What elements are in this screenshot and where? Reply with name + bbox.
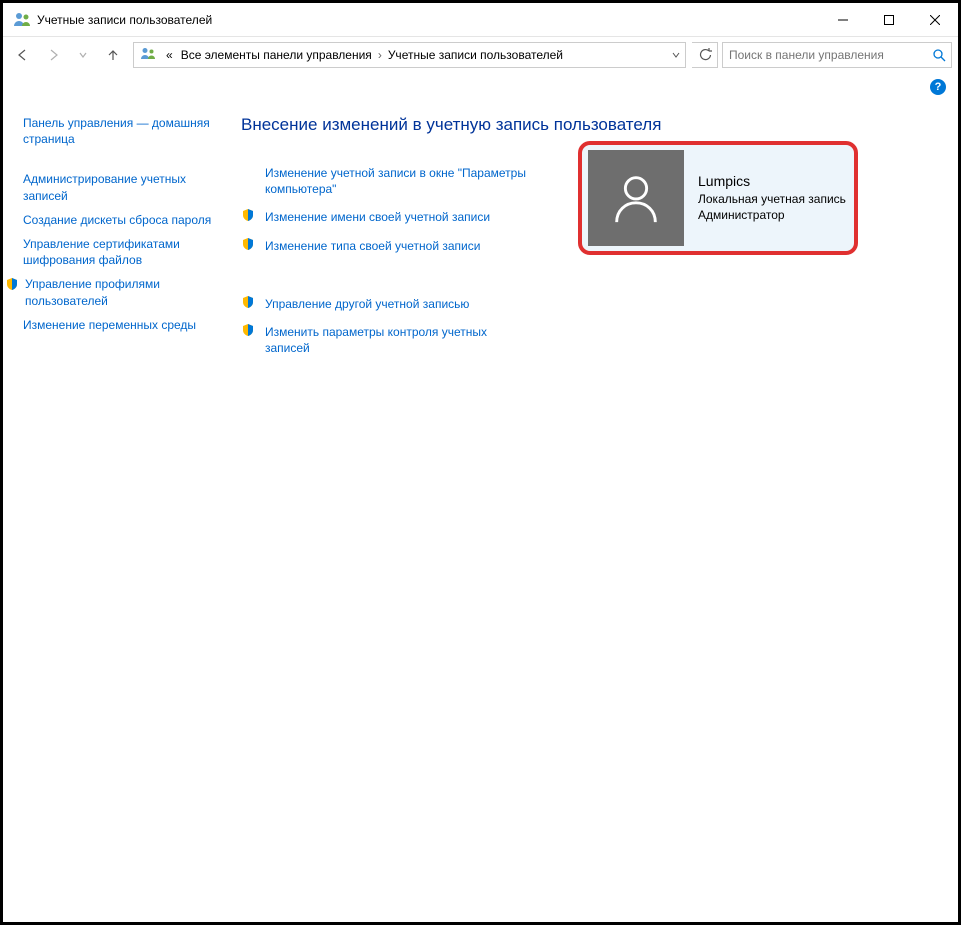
sidebar-item-certificates[interactable]: Управление сертификатами шифрования файл… — [23, 232, 217, 272]
action-link-label: Изменение учетной записи в окне "Парамет… — [265, 166, 526, 196]
recent-dropdown[interactable] — [69, 41, 97, 69]
up-button[interactable] — [99, 41, 127, 69]
help-icon[interactable]: ? — [930, 79, 946, 95]
user-role: Администратор — [698, 207, 846, 223]
sidebar-item-label: Панель управления — домашняя страница — [23, 115, 217, 147]
minimize-button[interactable] — [820, 3, 866, 36]
app-icon — [13, 11, 31, 29]
breadcrumb-seg-1[interactable]: Все элементы панели управления — [177, 48, 376, 62]
page-heading: Внесение изменений в учетную запись поль… — [241, 115, 940, 135]
back-button[interactable] — [9, 41, 37, 69]
action-manage-other[interactable]: Управление другой учетной записью — [241, 290, 531, 318]
action-column: Изменение учетной записи в окне "Парамет… — [241, 159, 531, 362]
action-change-name[interactable]: Изменение имени своей учетной записи — [241, 203, 531, 231]
refresh-button[interactable] — [692, 42, 718, 68]
action-link-label: Управление другой учетной записью — [265, 297, 469, 311]
action-link-label: Изменить параметры контроля учетных запи… — [265, 325, 487, 355]
sidebar-item-user-profiles[interactable]: Управление профилями пользователей — [23, 272, 217, 312]
window-controls — [820, 3, 958, 36]
sidebar-item-admin-accounts[interactable]: Администрирование учетных записей — [23, 167, 217, 207]
main-content: Внесение изменений в учетную запись поль… — [223, 101, 958, 922]
title-bar: Учетные записи пользователей — [3, 3, 958, 37]
user-account-type: Локальная учетная запись — [698, 191, 846, 207]
shield-icon — [241, 208, 255, 222]
breadcrumb-prefix[interactable]: « — [162, 48, 177, 62]
sidebar: Панель управления — домашняя страница Ад… — [3, 101, 223, 922]
action-change-in-settings[interactable]: Изменение учетной записи в окне "Парамет… — [241, 159, 531, 203]
address-dropdown[interactable] — [667, 50, 685, 60]
window-frame: Учетные записи пользователей — [0, 0, 961, 925]
shield-icon — [241, 295, 255, 309]
forward-button[interactable] — [39, 41, 67, 69]
sidebar-item-label: Управление сертификатами шифрования файл… — [23, 236, 217, 268]
action-link-label: Изменение имени своей учетной записи — [265, 210, 490, 224]
search-input[interactable] — [723, 48, 927, 62]
breadcrumb-seg-2[interactable]: Учетные записи пользователей — [384, 48, 567, 62]
shield-icon — [241, 323, 255, 337]
search-box[interactable] — [722, 42, 952, 68]
avatar — [588, 150, 684, 246]
window-title: Учетные записи пользователей — [37, 13, 820, 27]
chevron-right-icon[interactable]: › — [376, 48, 384, 62]
shield-icon — [5, 277, 19, 291]
sidebar-item-label: Администрирование учетных записей — [23, 171, 217, 203]
shield-icon — [241, 237, 255, 251]
help-strip: ? — [3, 73, 958, 101]
action-change-type[interactable]: Изменение типа своей учетной записи — [241, 232, 531, 260]
action-link-label: Изменение типа своей учетной записи — [265, 239, 480, 253]
sidebar-item-label: Изменение переменных среды — [23, 317, 196, 333]
sidebar-item-label: Управление профилями пользователей — [25, 276, 217, 308]
user-name: Lumpics — [698, 173, 846, 189]
maximize-button[interactable] — [866, 3, 912, 36]
body-area: Панель управления — домашняя страница Ад… — [3, 101, 958, 922]
sidebar-item-password-reset-disk[interactable]: Создание дискеты сброса пароля — [23, 208, 217, 232]
sidebar-item-home[interactable]: Панель управления — домашняя страница — [23, 111, 217, 151]
action-uac-settings[interactable]: Изменить параметры контроля учетных запи… — [241, 318, 531, 362]
current-user-card: Lumpics Локальная учетная запись Админис… — [578, 141, 858, 255]
nav-bar: « Все элементы панели управления › Учетн… — [3, 37, 958, 73]
search-icon[interactable] — [927, 48, 951, 62]
address-bar[interactable]: « Все элементы панели управления › Учетн… — [133, 42, 686, 68]
sidebar-item-label: Создание дискеты сброса пароля — [23, 212, 211, 228]
address-icon — [140, 46, 156, 65]
sidebar-item-env-vars[interactable]: Изменение переменных среды — [23, 313, 217, 337]
user-info: Lumpics Локальная учетная запись Админис… — [698, 173, 846, 223]
close-button[interactable] — [912, 3, 958, 36]
